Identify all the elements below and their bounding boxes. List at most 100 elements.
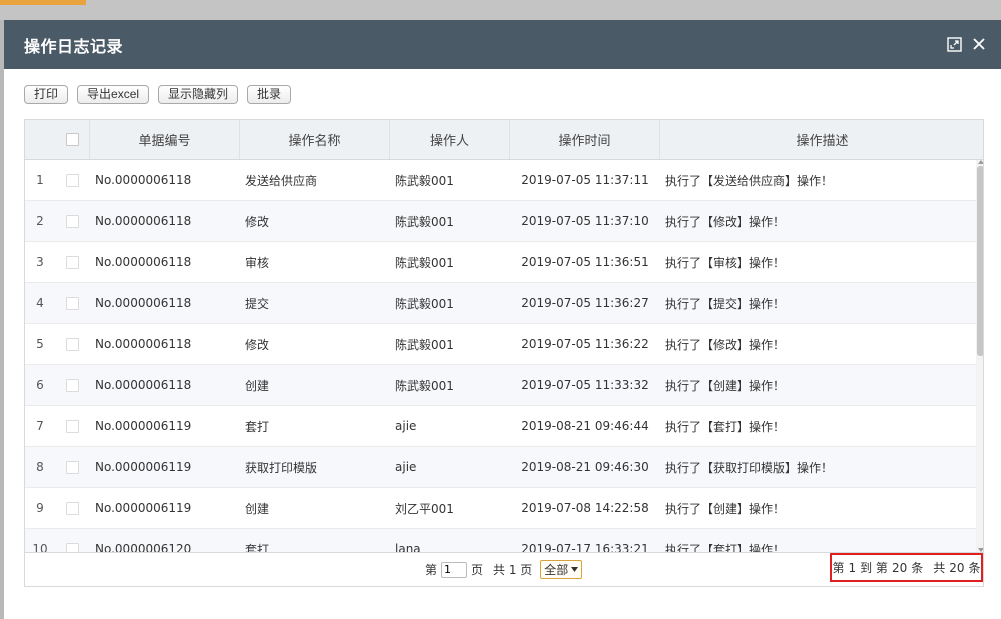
header-doc-no[interactable]: 单据编号: [90, 120, 240, 159]
summary-total-prefix: 共: [933, 561, 946, 575]
cell-operation: 创建: [245, 378, 270, 393]
cell-operation: 审核: [245, 255, 270, 270]
cell-operation: 创建: [245, 501, 270, 516]
row-checkbox[interactable]: [66, 542, 79, 552]
summary-from-prefix: 第: [832, 561, 845, 575]
cell-operation: 获取打印模版: [245, 460, 318, 475]
page-navigator: 第 页 共 1 页 全部: [425, 560, 583, 579]
row-select: [55, 160, 90, 200]
cell-description: 执行了【提交】操作！: [665, 296, 786, 311]
select-all-checkbox[interactable]: [65, 133, 79, 146]
vertical-scrollbar[interactable]: [976, 160, 983, 552]
table-row[interactable]: 7 No.0000006119 套打 ajie 2019-08-21 09:46:44 执…: [25, 406, 976, 447]
cell-description: 执行了【套打】操作！: [665, 542, 786, 553]
close-icon[interactable]: [970, 35, 988, 53]
show-hidden-columns-button[interactable]: 显示隐藏列: [158, 85, 239, 104]
cell-operation: 提交: [245, 296, 270, 311]
scrollbar-thumb[interactable]: [977, 166, 983, 356]
background-accent-bar: [0, 0, 86, 5]
page-suffix: 页: [471, 563, 484, 577]
cell-doc-no: No.0000006120: [95, 542, 192, 552]
maximize-icon[interactable]: [945, 35, 963, 53]
row-number: 3: [36, 255, 44, 269]
table-row[interactable]: 10 No.0000006120 套打 lana 2019-07-17 16:33:21…: [25, 529, 976, 552]
row-select: [55, 324, 90, 364]
header-row-number: [25, 120, 55, 159]
row-checkbox[interactable]: [66, 460, 79, 474]
cell-operation: 发送给供应商: [245, 173, 318, 188]
table-row[interactable]: 3 No.0000006118 审核 陈武毅001 2019-07-05 11:36:5…: [25, 242, 976, 283]
row-number: 1: [36, 173, 44, 187]
table-header: 单据编号 操作名称 操作人 操作时间 操作描述: [25, 120, 983, 160]
summary-total: 20: [949, 560, 965, 575]
cell-time: 2019-07-05 11:36:51: [521, 255, 649, 269]
cell-doc-no: No.0000006119: [95, 460, 192, 474]
header-time[interactable]: 操作时间: [510, 120, 660, 159]
cell-doc-no: No.0000006118: [95, 173, 192, 187]
row-select: [55, 406, 90, 446]
cell-operator: 陈武毅001: [395, 337, 454, 352]
cell-doc-no: No.0000006118: [95, 296, 192, 310]
export-excel-button[interactable]: 导出excel: [77, 85, 150, 104]
cell-operator: lana: [395, 542, 421, 552]
cell-operator: 陈武毅001: [395, 255, 454, 270]
header-select-all: [55, 120, 90, 159]
row-number: 5: [36, 337, 44, 351]
row-checkbox[interactable]: [66, 255, 79, 269]
table-row[interactable]: 5 No.0000006118 修改 陈武毅001 2019-07-05 11:36:2…: [25, 324, 976, 365]
cell-operation: 修改: [245, 214, 270, 229]
cell-time: 2019-08-21 09:46:30: [521, 460, 649, 474]
table-body: 1 No.0000006118 发送给供应商陈武毅001 2019-07-05 11:…: [25, 160, 976, 552]
operation-log-dialog: 操作日志记录 打印 导出excel 显示隐藏列 批录 单据编号 操作名称 操作人: [4, 20, 1001, 619]
row-select: [55, 283, 90, 323]
row-number: 10: [32, 542, 48, 552]
table-row[interactable]: 1 No.0000006118 发送给供应商 陈武毅001 2019-07-05 11:…: [25, 160, 976, 201]
cell-doc-no: No.0000006118: [95, 214, 192, 228]
cell-time: 2019-07-05 11:36:27: [521, 296, 649, 310]
summary-to-prefix: 到 第: [860, 561, 888, 575]
row-checkbox[interactable]: [66, 337, 79, 351]
cell-time: 2019-07-08 14:22:58: [521, 501, 649, 515]
print-button[interactable]: 打印: [24, 85, 69, 104]
row-checkbox[interactable]: [66, 296, 79, 310]
summary-from: 1: [848, 560, 857, 575]
batch-record-button[interactable]: 批录: [247, 85, 292, 104]
pagination-bar: 第 页 共 1 页 全部 第 1 到 第 20 条 共 20 条: [25, 552, 983, 586]
page-size-select[interactable]: 全部: [540, 560, 583, 579]
table-row[interactable]: 4 No.0000006118 提交 陈武毅001 2019-07-05 11:36:2…: [25, 283, 976, 324]
row-select: [55, 447, 90, 487]
table-row[interactable]: 9 No.0000006119 创建 刘乙平001 2019-07-08 14:22:5…: [25, 488, 976, 529]
header-operation[interactable]: 操作名称: [240, 120, 390, 159]
cell-doc-no: No.0000006119: [95, 419, 192, 433]
page-prefix: 第: [425, 563, 438, 577]
scroll-up-icon[interactable]: [978, 160, 983, 164]
table-row[interactable]: 8 No.0000006119 获取打印模版 ajie 2019-08-21 09:46…: [25, 447, 976, 488]
header-operator[interactable]: 操作人: [390, 120, 510, 159]
caret-down-icon: [571, 567, 579, 572]
row-number: 6: [36, 378, 44, 392]
row-checkbox[interactable]: [66, 501, 79, 515]
row-select: [55, 488, 90, 528]
row-number: 9: [36, 501, 44, 515]
cell-time: 2019-07-17 16:33:21: [521, 542, 649, 552]
page-size-value: 全部: [544, 563, 569, 577]
total-pages: 共 1 页: [493, 563, 533, 577]
summary-total-suffix: 条: [968, 561, 981, 575]
cell-description: 执行了【修改】操作！: [665, 337, 786, 352]
cell-time: 2019-07-05 11:33:32: [521, 378, 649, 392]
cell-operator: 陈武毅001: [395, 378, 454, 393]
cell-doc-no: No.0000006118: [95, 255, 192, 269]
row-select: [55, 529, 90, 552]
row-checkbox[interactable]: [66, 378, 79, 392]
cell-description: 执行了【修改】操作！: [665, 214, 786, 229]
table-row[interactable]: 2 No.0000006118 修改 陈武毅001 2019-07-05 11:37:1…: [25, 201, 976, 242]
row-checkbox[interactable]: [66, 214, 79, 228]
table-row[interactable]: 6 No.0000006118 创建 陈武毅001 2019-07-05 11:33:3…: [25, 365, 976, 406]
header-description[interactable]: 操作描述: [660, 120, 983, 159]
page-number-input[interactable]: [441, 561, 468, 578]
row-select: [55, 242, 90, 282]
row-checkbox[interactable]: [66, 173, 79, 187]
cell-doc-no: No.0000006118: [95, 337, 192, 351]
cell-description: 执行了【审核】操作！: [665, 255, 786, 270]
row-checkbox[interactable]: [66, 419, 79, 433]
